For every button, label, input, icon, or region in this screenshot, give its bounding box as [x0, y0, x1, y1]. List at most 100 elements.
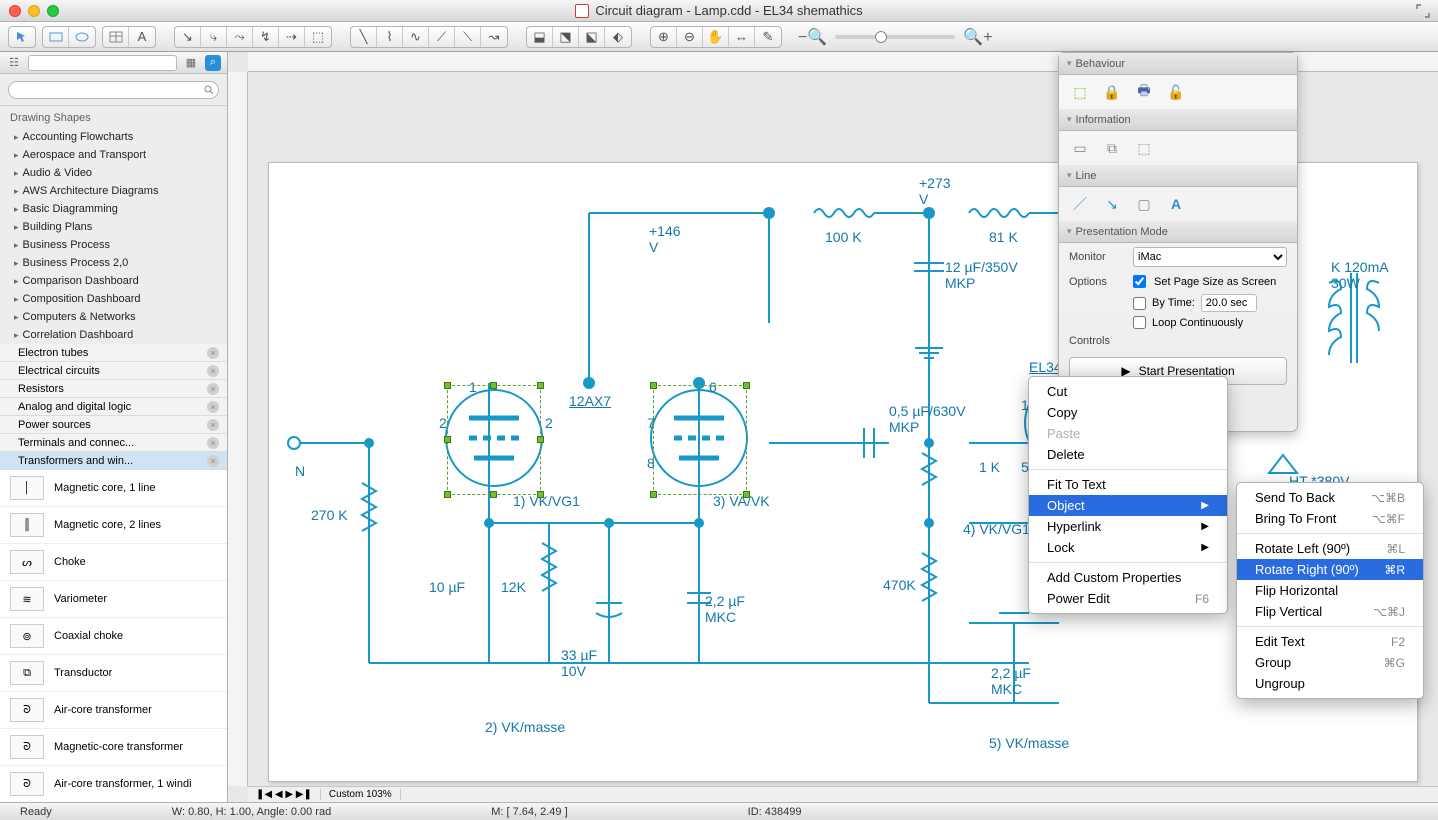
category-item[interactable]: Basic Diagramming — [0, 200, 227, 218]
category-item[interactable]: Audio & Video — [0, 164, 227, 182]
ctx-hyperlink[interactable]: Hyperlink▶ — [1029, 516, 1227, 537]
align-tool-2[interactable]: ⬔ — [553, 27, 579, 47]
category-item[interactable]: AWS Architecture Diagrams — [0, 182, 227, 200]
shape-item[interactable]: ᘐMagnetic-core transformer — [0, 729, 227, 766]
info-icon-3[interactable]: ⬚ — [1133, 137, 1155, 159]
ctx-copy[interactable]: Copy — [1029, 402, 1227, 423]
inspector-panel[interactable]: Behaviour ⬚ 🔒 🖶 🔓 Information ▭ ⧉ ⬚ Line… — [1058, 52, 1298, 432]
library-tab[interactable]: Electrical circuits× — [0, 362, 227, 380]
panel-behaviour-header[interactable]: Behaviour — [1059, 53, 1297, 75]
category-item[interactable]: Composition Dashboard — [0, 290, 227, 308]
panel-presentation-header[interactable]: Presentation Mode — [1059, 221, 1297, 243]
library-tab[interactable]: Analog and digital logic× — [0, 398, 227, 416]
bytime-input[interactable] — [1201, 294, 1257, 312]
tool-ellipse[interactable] — [69, 27, 95, 47]
zoom-in-tool[interactable]: ⊕ — [651, 27, 677, 47]
line-end-icon[interactable]: ↘ — [1101, 193, 1123, 215]
panel-information-header[interactable]: Information — [1059, 109, 1297, 131]
category-item[interactable]: Business Process 2,0 — [0, 254, 227, 272]
print-icon[interactable]: 🖶 — [1133, 81, 1155, 103]
selection-box[interactable] — [653, 385, 747, 495]
shape-item[interactable]: ᘐAir-core transformer — [0, 692, 227, 729]
opt-pagesize-checkbox[interactable] — [1133, 275, 1146, 288]
connector-tool-5[interactable]: ⇢ — [279, 27, 305, 47]
zoom-plus-icon[interactable]: 🔍+ — [963, 27, 992, 47]
panel-line-header[interactable]: Line — [1059, 165, 1297, 187]
ctx-lock[interactable]: Lock▶ — [1029, 537, 1227, 558]
zoom-slider[interactable] — [835, 35, 955, 39]
library-tab[interactable]: Resistors× — [0, 380, 227, 398]
tool-pointer[interactable] — [9, 27, 35, 47]
shape-item[interactable]: ᘐAir-core transformer, 1 windi — [0, 766, 227, 802]
category-item[interactable]: Aerospace and Transport — [0, 146, 227, 164]
fullscreen-icon[interactable] — [1416, 4, 1430, 18]
close-icon[interactable]: × — [207, 419, 219, 431]
line-style-icon[interactable]: ／ — [1069, 193, 1091, 215]
shape-item[interactable]: ≋Variometer — [0, 581, 227, 618]
tool-rect[interactable] — [43, 27, 69, 47]
connector-tool-4[interactable]: ↯ — [253, 27, 279, 47]
ctx-delete[interactable]: Delete — [1029, 444, 1227, 465]
pan-tool[interactable]: ✋ — [703, 27, 729, 47]
close-icon[interactable]: × — [207, 437, 219, 449]
align-tool-1[interactable]: ⬓ — [527, 27, 553, 47]
dimension-tool[interactable]: ↔ — [729, 27, 755, 47]
ctx-cut[interactable]: Cut — [1029, 381, 1227, 402]
opt-loop-checkbox[interactable] — [1133, 316, 1146, 329]
close-icon[interactable]: × — [207, 365, 219, 377]
fill-icon[interactable]: ▢ — [1133, 193, 1155, 215]
category-item[interactable]: Comparison Dashboard — [0, 272, 227, 290]
shape-item[interactable]: │Magnetic core, 1 line — [0, 470, 227, 507]
ctx-poweredit[interactable]: Power EditF6 — [1029, 588, 1227, 609]
ctx-rotate-left[interactable]: Rotate Left (90º)⌘L — [1237, 538, 1423, 559]
library-tab[interactable]: Terminals and connec...× — [0, 434, 227, 452]
line-tool-5[interactable]: ⟍ — [455, 27, 481, 47]
zoom-minus-icon[interactable]: −🔍 — [798, 27, 827, 47]
connector-tool-1[interactable]: ↘ — [175, 27, 201, 47]
shape-item[interactable]: ║Magnetic core, 2 lines — [0, 507, 227, 544]
close-icon[interactable]: × — [207, 401, 219, 413]
connector-tool-6[interactable]: ⬚ — [305, 27, 331, 47]
search-icon[interactable]: ⌕ — [205, 55, 221, 71]
category-item[interactable]: Accounting Flowcharts — [0, 128, 227, 146]
align-tool-4[interactable]: ⬖ — [605, 27, 631, 47]
sidebar-filter-input[interactable] — [28, 55, 177, 71]
ctx-edit-text[interactable]: Edit TextF2 — [1237, 631, 1423, 652]
category-item[interactable]: Business Process — [0, 236, 227, 254]
close-icon[interactable]: × — [207, 347, 219, 359]
library-tab[interactable]: Power sources× — [0, 416, 227, 434]
lock-icon[interactable]: 🔒 — [1101, 81, 1123, 103]
page-nav[interactable]: ❚◀ ◀ ▶ ▶❚ — [248, 789, 321, 800]
line-tool-3[interactable]: ∿ — [403, 27, 429, 47]
info-icon-2[interactable]: ⧉ — [1101, 137, 1123, 159]
ctx-addprops[interactable]: Add Custom Properties — [1029, 567, 1227, 588]
line-tool-2[interactable]: ⌇ — [377, 27, 403, 47]
eyedropper-tool[interactable]: ✎ — [755, 27, 781, 47]
zoom-level[interactable]: Custom 103% — [321, 789, 401, 800]
unlock-icon[interactable]: 🔓 — [1165, 81, 1187, 103]
library-tab-active[interactable]: Transformers and win...× — [0, 452, 227, 470]
ctx-flip-h[interactable]: Flip Horizontal — [1237, 580, 1423, 601]
shape-item[interactable]: ᔕChoke — [0, 544, 227, 581]
ctx-flip-v[interactable]: Flip Vertical⌥⌘J — [1237, 601, 1423, 622]
tool-table[interactable] — [103, 27, 129, 47]
tool-text[interactable]: A — [129, 27, 155, 47]
ctx-sendback[interactable]: Send To Back⌥⌘B — [1237, 487, 1423, 508]
connector-tool-3[interactable]: ⤳ — [227, 27, 253, 47]
ctx-group[interactable]: Group⌘G — [1237, 652, 1423, 673]
text-style-icon[interactable]: A — [1165, 193, 1187, 215]
shape-item[interactable]: ⊚Coaxial choke — [0, 618, 227, 655]
ctx-object[interactable]: Object▶ — [1029, 495, 1227, 516]
library-tab[interactable]: Electron tubes× — [0, 344, 227, 362]
shape-search-input[interactable] — [8, 81, 219, 99]
category-item[interactable]: Building Plans — [0, 218, 227, 236]
grid-view-icon[interactable]: ▦ — [183, 55, 199, 71]
line-tool-1[interactable]: ╲ — [351, 27, 377, 47]
shape-item[interactable]: ⧉Transductor — [0, 655, 227, 692]
info-icon-1[interactable]: ▭ — [1069, 137, 1091, 159]
resize-icon[interactable]: ⬚ — [1069, 81, 1091, 103]
monitor-select[interactable]: iMac — [1133, 247, 1287, 267]
align-tool-3[interactable]: ⬕ — [579, 27, 605, 47]
ctx-ungroup[interactable]: Ungroup — [1237, 673, 1423, 694]
ctx-fit[interactable]: Fit To Text — [1029, 474, 1227, 495]
